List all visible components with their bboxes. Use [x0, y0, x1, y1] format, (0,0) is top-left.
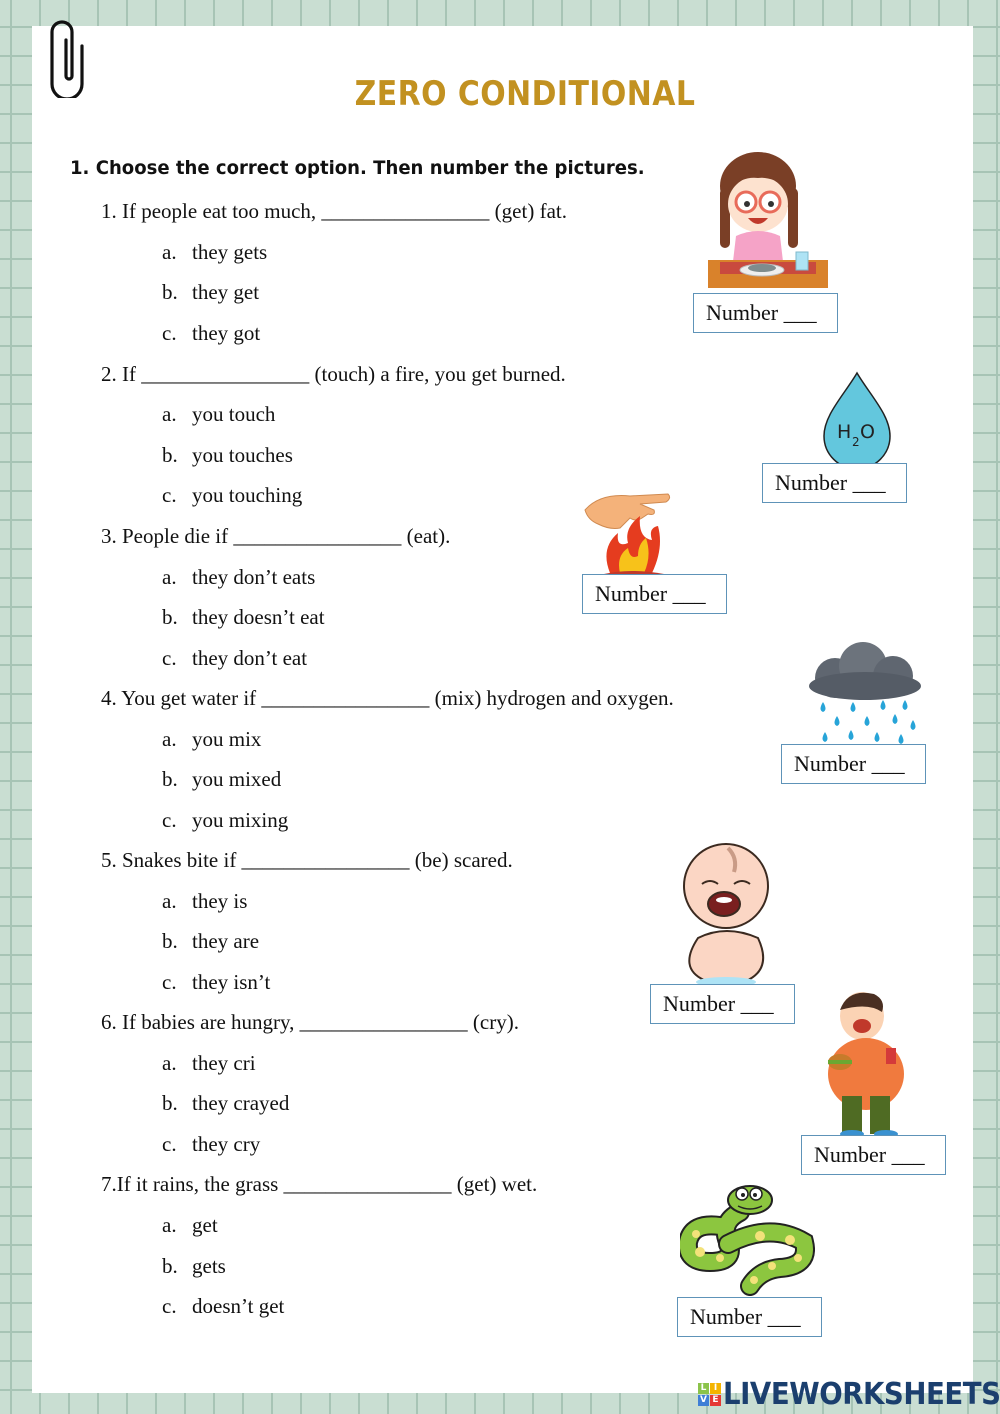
number-box-1[interactable]: Number ___: [693, 293, 838, 333]
option-4b[interactable]: b. you mixed: [162, 767, 281, 792]
option-text: you touch: [192, 402, 276, 426]
logo-letter: L: [698, 1382, 709, 1394]
option-text: they cri: [192, 1051, 256, 1075]
option-text: you touches: [192, 443, 293, 467]
option-letter: a.: [162, 1213, 177, 1237]
option-letter: b.: [162, 443, 178, 467]
option-letter: c.: [162, 483, 177, 507]
number-box-2[interactable]: Number ___: [762, 463, 907, 503]
option-text: they don’t eat: [192, 646, 308, 670]
option-letter: c.: [162, 321, 177, 345]
drop-text: H: [837, 421, 851, 443]
option-letter: b.: [162, 280, 178, 304]
number-box-6[interactable]: Number ___: [801, 1135, 946, 1175]
option-text: they got: [192, 321, 261, 345]
option-1a[interactable]: a. they gets: [162, 240, 267, 265]
option-7c[interactable]: c. doesn’t get: [162, 1294, 284, 1319]
logo-text: LIVEWORKSHEETS: [723, 1376, 1000, 1412]
option-text: they don’t eats: [192, 565, 316, 589]
option-5a[interactable]: a. they is: [162, 889, 247, 914]
option-text: you mixed: [192, 767, 282, 791]
option-letter: c.: [162, 808, 177, 832]
water-drop-h2o-icon: H 2 O: [823, 371, 891, 470]
option-text: they cry: [192, 1132, 261, 1156]
option-letter: b.: [162, 929, 178, 953]
question-2: 2. If ________________ (touch) a fire, y…: [101, 362, 566, 386]
hand-touching-fire-icon: [584, 493, 671, 576]
question-7: 7.If it rains, the grass _______________…: [101, 1172, 538, 1196]
logo-letter: I: [710, 1382, 721, 1394]
option-4a[interactable]: a. you mix: [162, 727, 261, 752]
option-text: they gets: [192, 240, 268, 264]
fat-boy-eating-icon: [828, 992, 904, 1138]
girl-eating-fish-icon: [708, 152, 828, 288]
option-text: they doesn’t eat: [192, 605, 325, 629]
option-letter: c.: [162, 970, 177, 994]
option-7b[interactable]: b. gets: [162, 1254, 226, 1279]
option-letter: a.: [162, 1051, 177, 1075]
snake-icon: [680, 1185, 815, 1296]
option-text: doesn’t get: [192, 1294, 285, 1318]
option-2b[interactable]: b. you touches: [162, 443, 293, 468]
option-text: they is: [192, 889, 248, 913]
option-1b[interactable]: b. they get: [162, 280, 259, 305]
option-text: you touching: [192, 483, 303, 507]
number-box-3[interactable]: Number ___: [582, 574, 727, 614]
option-letter: c.: [162, 1294, 177, 1318]
number-box-5[interactable]: Number ___: [650, 984, 795, 1024]
option-6c[interactable]: c. they cry: [162, 1132, 260, 1157]
option-6b[interactable]: b. they crayed: [162, 1091, 289, 1116]
rain-cloud-icon: [809, 642, 921, 744]
logo-letter: E: [710, 1394, 721, 1406]
logo-letter: V: [698, 1394, 709, 1406]
option-7a[interactable]: a. get: [162, 1213, 218, 1238]
page-title: ZERO CONDITIONAL: [354, 74, 696, 114]
logo-grid-icon: L I V E: [698, 1382, 721, 1406]
option-2c[interactable]: c. you touching: [162, 483, 302, 508]
option-text: you mixing: [192, 808, 289, 832]
option-text: they are: [192, 929, 260, 953]
option-letter: a.: [162, 240, 177, 264]
option-letter: b.: [162, 767, 178, 791]
crying-baby-icon: [683, 843, 769, 987]
option-text: you mix: [192, 727, 262, 751]
number-box-7[interactable]: Number ___: [677, 1297, 822, 1337]
question-6: 6. If babies are hungry, _______________…: [101, 1010, 519, 1034]
drop-subscript: 2: [852, 435, 860, 449]
option-text: they get: [192, 280, 260, 304]
option-text: gets: [192, 1254, 226, 1278]
liveworksheets-logo[interactable]: L I V E LIVEWORKSHEETS: [698, 1376, 1000, 1412]
option-3c[interactable]: c. they don’t eat: [162, 646, 307, 671]
drop-text-2: O: [860, 421, 875, 443]
option-letter: a.: [162, 727, 177, 751]
question-5: 5. Snakes bite if ________________ (be) …: [101, 848, 513, 872]
instruction-text: 1. Choose the correct option. Then numbe…: [70, 157, 645, 179]
option-text: they isn’t: [192, 970, 271, 994]
option-letter: a.: [162, 402, 177, 426]
option-5b[interactable]: b. they are: [162, 929, 259, 954]
question-4: 4. You get water if ________________ (mi…: [101, 686, 674, 710]
option-letter: a.: [162, 565, 177, 589]
option-3a[interactable]: a. they don’t eats: [162, 565, 315, 590]
option-letter: b.: [162, 1254, 178, 1278]
option-letter: b.: [162, 1091, 178, 1115]
option-4c[interactable]: c. you mixing: [162, 808, 288, 833]
option-text: get: [192, 1213, 218, 1237]
question-3: 3. People die if ________________ (eat).: [101, 524, 451, 548]
option-letter: a.: [162, 889, 177, 913]
option-letter: c.: [162, 646, 177, 670]
option-5c[interactable]: c. they isn’t: [162, 970, 270, 995]
option-6a[interactable]: a. they cri: [162, 1051, 256, 1076]
option-letter: c.: [162, 1132, 177, 1156]
paperclip-icon: [50, 20, 84, 98]
option-2a[interactable]: a. you touch: [162, 402, 275, 427]
option-1c[interactable]: c. they got: [162, 321, 260, 346]
number-box-4[interactable]: Number ___: [781, 744, 926, 784]
option-letter: b.: [162, 605, 178, 629]
option-text: they crayed: [192, 1091, 290, 1115]
option-3b[interactable]: b. they doesn’t eat: [162, 605, 325, 630]
question-1: 1. If people eat too much, _____________…: [101, 199, 567, 223]
